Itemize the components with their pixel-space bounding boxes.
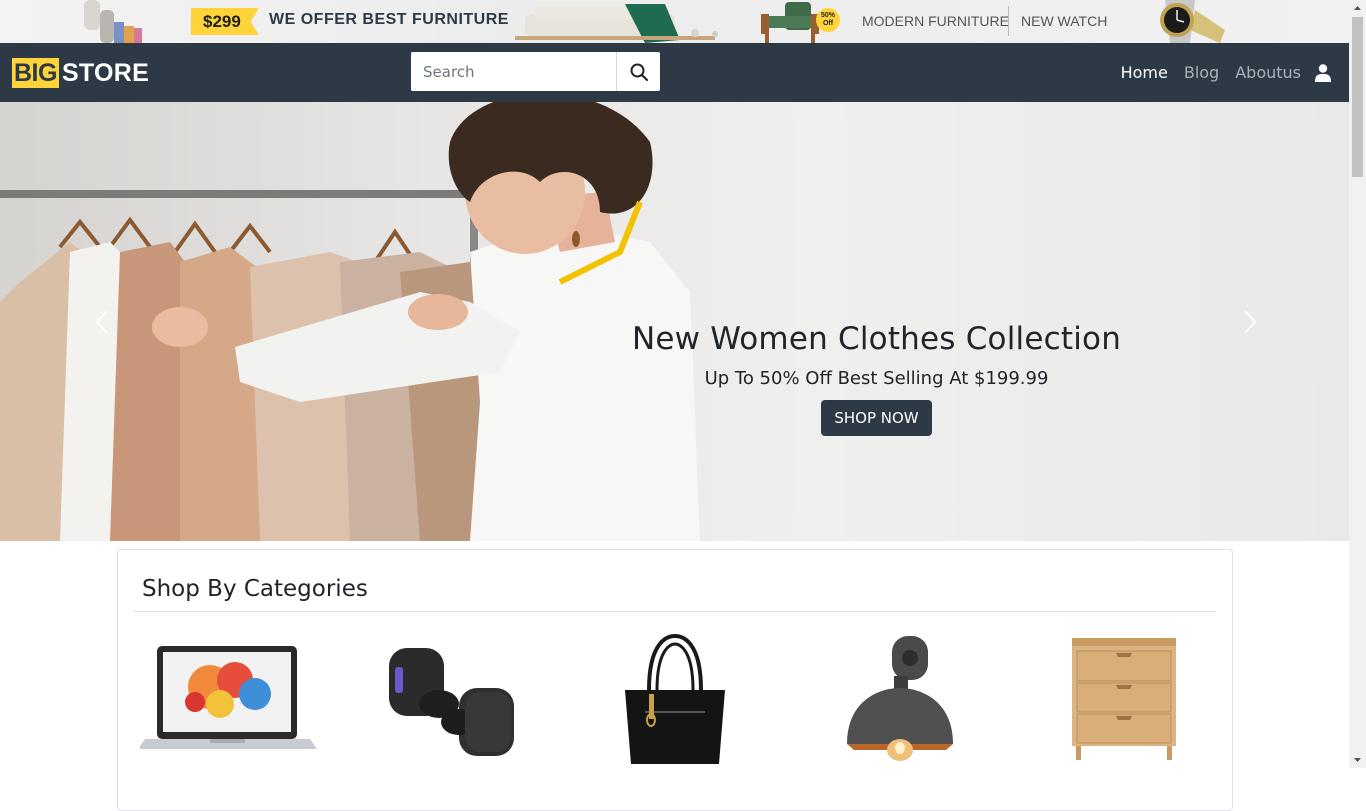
navbar: BIG STORE Home Blog Aboutus (0, 43, 1349, 102)
discount-badge: 50% Off (816, 8, 840, 32)
categories-divider (134, 611, 1216, 612)
nav-link-aboutus[interactable]: Aboutus (1235, 63, 1301, 82)
user-account-button[interactable] (1315, 63, 1331, 82)
handbag-image (625, 633, 725, 764)
wall-lamp-image (847, 636, 953, 761)
watch-image (1160, 0, 1225, 43)
scroll-down-arrow-icon[interactable] (1349, 751, 1366, 768)
hero-subtitle: Up To 50% Off Best Selling At $199.99 (704, 368, 1049, 389)
site-logo[interactable]: BIG STORE (12, 58, 149, 88)
chevron-left-icon (95, 310, 108, 334)
user-icon (1315, 63, 1331, 82)
page-scrollbar[interactable] (1349, 0, 1366, 768)
categories-section: Shop By Categories (117, 549, 1233, 811)
hero-caption: New Women Clothes Collection Up To 50% O… (600, 321, 1153, 436)
promo-offer-text: WE OFFER BEST FURNITURE (269, 11, 509, 28)
promo-divider (1008, 6, 1009, 36)
promo-link-new-watch[interactable]: NEW WATCH (1021, 13, 1107, 29)
category-item-earbuds[interactable] (364, 632, 544, 772)
shop-now-button[interactable]: SHOP NOW (821, 400, 932, 436)
vases-image (84, 0, 142, 43)
laptop-image (140, 646, 317, 749)
promo-price: $299 (191, 8, 259, 35)
drawer-cabinet-image (1072, 638, 1176, 760)
category-item-laptop[interactable] (140, 632, 320, 772)
earbuds-image (389, 648, 514, 756)
hero-title: New Women Clothes Collection (631, 321, 1122, 357)
sofa-image (515, 4, 718, 43)
search-bar (411, 52, 660, 91)
nav-links: Home Blog Aboutus (1105, 43, 1331, 102)
category-item-wall-lamp[interactable] (810, 632, 990, 772)
categories-title: Shop By Categories (142, 576, 368, 602)
search-input[interactable] (411, 52, 617, 91)
category-item-handbag[interactable] (587, 632, 767, 772)
logo-big: BIG (12, 58, 59, 88)
nav-link-home[interactable]: Home (1121, 63, 1168, 82)
scroll-up-arrow-icon[interactable] (1349, 0, 1366, 17)
search-button[interactable] (617, 52, 660, 91)
promo-banner[interactable]: $299 WE OFFER BEST FURNITURE 50% Off MOD… (0, 0, 1349, 43)
promo-link-modern-furniture[interactable]: MODERN FURNITURE (862, 13, 1009, 29)
nav-link-blog[interactable]: Blog (1184, 63, 1219, 82)
logo-store: STORE (61, 59, 150, 87)
category-item-drawer-cabinet[interactable] (1034, 632, 1214, 772)
scrollbar-thumb[interactable] (1352, 17, 1363, 177)
search-icon (630, 63, 648, 81)
carousel-prev-button[interactable] (88, 307, 118, 337)
chevron-right-icon (1244, 310, 1257, 334)
carousel-next-button[interactable] (1234, 307, 1264, 337)
hero-carousel: New Women Clothes Collection Up To 50% O… (0, 102, 1349, 541)
